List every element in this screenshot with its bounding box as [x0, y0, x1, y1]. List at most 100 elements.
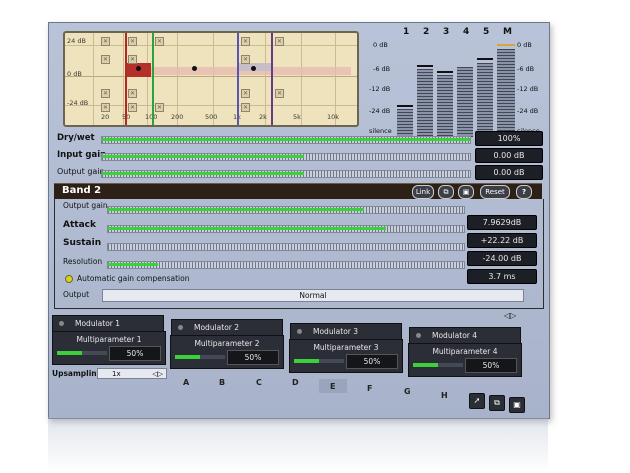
eq-db-label: -24 dB	[67, 99, 89, 107]
band-3-extra-icon[interactable]: ✕	[155, 103, 164, 112]
preset-f[interactable]: F	[367, 384, 372, 393]
meter-scale-label: -12 dB	[369, 85, 391, 93]
eq-freq-label: 2k	[259, 113, 267, 121]
meter-bar-4	[457, 67, 473, 137]
output-gain-value[interactable]: 0.00 dB	[475, 165, 543, 180]
multiparameter-3-value[interactable]: 50%	[346, 354, 398, 369]
preset-a[interactable]: A	[183, 378, 189, 387]
level-meters: 1 2 3 4 5 M 0 dB -6 dB -12 dB -24 dB sil…	[369, 27, 547, 139]
band-4-extra-icon[interactable]: ✕	[241, 103, 250, 112]
band-2-solo-icon[interactable]: ✕	[128, 55, 137, 64]
crossover-handle-3[interactable]	[237, 33, 239, 125]
output-gain-slider[interactable]	[101, 170, 471, 178]
meter-peak-master	[497, 44, 515, 46]
band-output-gain-slider[interactable]	[107, 206, 465, 214]
band-1-extra-icon[interactable]: ✕	[101, 103, 110, 112]
band-1-bypass-icon[interactable]: ✕	[101, 37, 110, 46]
eq-freq-label: 5k	[293, 113, 301, 121]
output-gain-label: Output gain	[57, 167, 105, 176]
band-1-solo-icon[interactable]: ✕	[101, 55, 110, 64]
agc-label: Automatic gain compensation	[77, 274, 190, 283]
upsampling-arrows-icon[interactable]: ◁▷	[152, 369, 163, 380]
meter-scale-label: -6 dB	[373, 65, 391, 73]
link-button[interactable]: Link	[412, 185, 434, 199]
crossover-handle-4[interactable]	[271, 33, 273, 125]
eq-gridline	[123, 33, 124, 125]
output-mode-arrows-icon[interactable]: ◁▷	[504, 311, 516, 320]
multiparameter-2-value[interactable]: 50%	[227, 350, 279, 365]
band-title: Band 2	[62, 185, 102, 196]
preset-d[interactable]: D	[292, 378, 299, 387]
sustain-slider[interactable]	[107, 243, 465, 251]
multiparameter-2[interactable]: Multiparameter 2 50%	[170, 335, 284, 369]
modulator-1-button[interactable]: Modulator 1	[52, 315, 164, 332]
drywet-label: Dry/wet	[57, 133, 95, 143]
multiparameter-3[interactable]: Multiparameter 3 50%	[289, 339, 403, 373]
copy-preset-icon[interactable]: ⧉	[489, 395, 505, 411]
band-2-bypass-icon[interactable]: ✕	[128, 37, 137, 46]
band-3-bypass-icon[interactable]: ✕	[155, 37, 164, 46]
band-5-bypass-icon[interactable]: ✕	[275, 37, 284, 46]
help-button[interactable]: ?	[516, 185, 532, 199]
band-2-point[interactable]	[136, 66, 141, 71]
resolution-value[interactable]: 3.7 ms	[467, 269, 537, 284]
multiparameter-4[interactable]: Multiparameter 4 50%	[408, 343, 522, 377]
modulator-3-button[interactable]: Modulator 3	[290, 323, 402, 340]
band-output-gain-value[interactable]: 7.9629dB	[467, 215, 537, 230]
crossover-handle-2[interactable]	[152, 33, 154, 125]
band-2-extra-icon[interactable]: ✕	[128, 103, 137, 112]
eq-graph[interactable]: 24 dB 0 dB -24 dB 20 50 100 200 500 1k 2…	[63, 31, 359, 127]
resolution-label: Resolution	[63, 257, 103, 266]
crossover-handle-1[interactable]	[125, 33, 127, 125]
multiparameter-2-meter	[175, 355, 225, 359]
attack-value[interactable]: +22.22 dB	[467, 233, 537, 248]
attack-slider[interactable]	[107, 225, 465, 233]
output-mode-select[interactable]: Normal	[102, 289, 524, 302]
preset-e[interactable]: E	[330, 382, 335, 391]
meter-scale-label: 0 dB	[373, 41, 388, 49]
meter-bar-master	[497, 49, 515, 137]
multiparameter-1[interactable]: Multiparameter 1 50%	[52, 331, 166, 365]
resolution-slider[interactable]	[107, 261, 465, 269]
modulator-2-button[interactable]: Modulator 2	[171, 319, 283, 336]
band-5-mute-icon[interactable]: ✕	[275, 89, 284, 98]
upsampling-select[interactable]: 1x ◁▷	[97, 368, 167, 379]
band-4-solo-icon[interactable]: ✕	[241, 55, 250, 64]
meter-scale-label: -24 dB	[517, 107, 539, 115]
band-4-bypass-icon[interactable]: ✕	[241, 37, 250, 46]
agc-toggle[interactable]	[65, 275, 73, 283]
upsampling-value: 1x	[112, 370, 121, 378]
preset-h[interactable]: H	[441, 391, 448, 400]
preset-b[interactable]: B	[219, 378, 225, 387]
multiparameter-4-value[interactable]: 50%	[465, 358, 517, 373]
multiparameter-4-meter	[413, 363, 463, 367]
cursor-icon[interactable]: ➚	[469, 393, 485, 409]
band-4-point[interactable]	[251, 66, 256, 71]
save-preset-icon[interactable]: ▣	[509, 397, 525, 413]
input-gain-slider[interactable]	[101, 153, 471, 161]
multiparameter-1-value[interactable]: 50%	[109, 346, 161, 361]
drywet-value[interactable]: 100%	[475, 131, 543, 146]
sustain-label: Sustain	[63, 238, 102, 248]
band-2-mute-icon[interactable]: ✕	[128, 89, 137, 98]
band-3-point[interactable]	[192, 66, 197, 71]
drywet-slider[interactable]	[101, 136, 471, 144]
multiparameter-1-label: Multiparameter 1	[76, 335, 142, 344]
meter-scale-label: silence	[369, 127, 392, 135]
preset-g[interactable]: G	[404, 387, 411, 396]
input-gain-value[interactable]: 0.00 dB	[475, 148, 543, 163]
reset-button[interactable]: Reset	[480, 185, 510, 199]
preset-c[interactable]: C	[256, 378, 262, 387]
sustain-value[interactable]: -24.00 dB	[467, 251, 537, 266]
band-header: Band 2 Link ⧉ ▣ Reset ?	[54, 183, 542, 199]
band-4-mute-icon[interactable]: ✕	[241, 89, 250, 98]
multiparameter-3-meter	[294, 359, 344, 363]
meter-bar-2	[417, 69, 433, 137]
meter-bar-5	[477, 63, 493, 137]
modulator-4-button[interactable]: Modulator 4	[409, 327, 521, 344]
copy-icon[interactable]: ⧉	[438, 185, 454, 199]
band-1-mute-icon[interactable]: ✕	[101, 89, 110, 98]
eq-freq-label: 10k	[327, 113, 340, 121]
eq-gridline	[177, 33, 178, 125]
save-icon[interactable]: ▣	[458, 185, 474, 199]
